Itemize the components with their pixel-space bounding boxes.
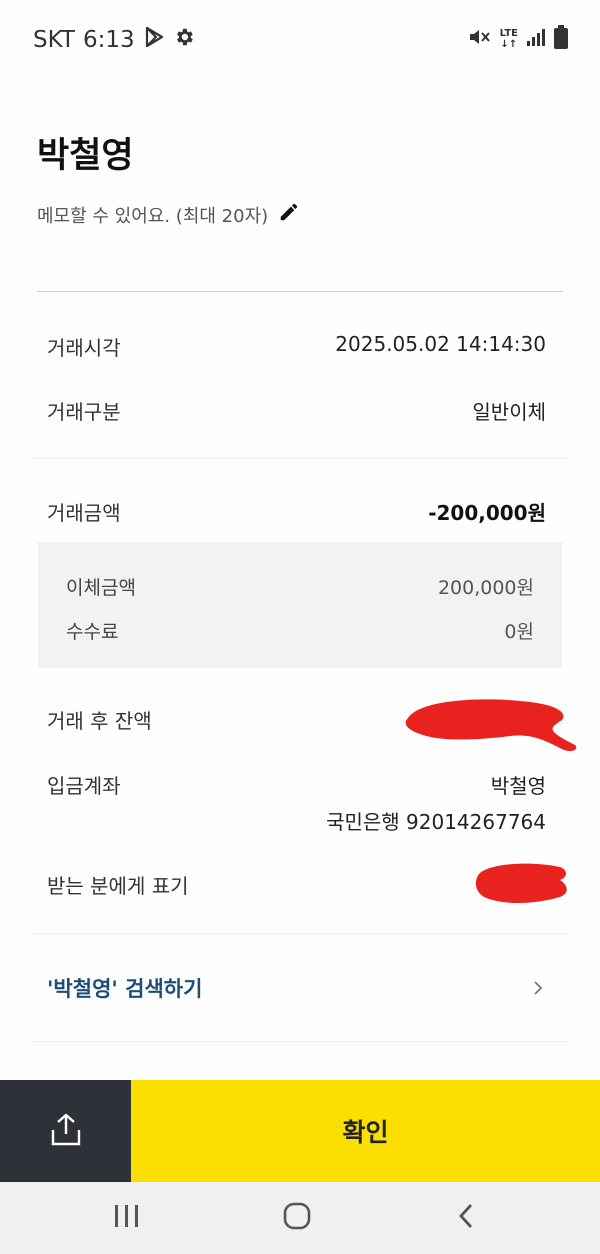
signal-icon	[526, 27, 546, 51]
search-recipient-link[interactable]: '박철영' 검색하기	[47, 973, 202, 1003]
type-label: 거래구분	[47, 400, 121, 424]
status-right: LTE ↓↑	[468, 24, 568, 54]
transfer-amount-label: 이체금액	[66, 577, 136, 599]
deposit-account-label: 입금계좌	[47, 774, 121, 798]
deposit-account-number: 국민은행 92014267764	[326, 810, 546, 834]
fee-value: 0원	[504, 621, 534, 643]
recipient-display-label: 받는 분에게 표기	[47, 874, 189, 898]
fee-breakdown-box: 이체금액 200,000원 수수료 0원	[38, 542, 562, 668]
play-store-icon	[143, 26, 165, 54]
amount-value: -200,000원	[428, 501, 546, 525]
balance-redaction	[405, 699, 577, 752]
back-icon	[456, 1202, 476, 1234]
back-button[interactable]	[416, 1182, 516, 1254]
chevron-right-icon	[532, 979, 544, 1001]
recent-apps-button[interactable]	[77, 1182, 177, 1254]
mute-icon	[468, 26, 492, 52]
section-divider	[30, 1041, 570, 1042]
pencil-icon[interactable]	[278, 201, 300, 228]
display-redaction	[475, 863, 567, 903]
battery-icon	[554, 25, 568, 53]
home-icon	[282, 1201, 312, 1235]
fee-label: 수수료	[66, 621, 119, 643]
home-button[interactable]	[247, 1182, 347, 1254]
status-left: SKT 6:13	[33, 24, 195, 56]
balance-label: 거래 후 잔액	[47, 709, 152, 733]
transfer-amount-value: 200,000원	[437, 577, 534, 599]
share-button[interactable]	[0, 1080, 131, 1182]
status-bar: SKT 6:13 LTE ↓↑	[0, 0, 600, 78]
section-divider	[30, 458, 570, 459]
memo-placeholder: 메모할 수 있어요. (최대 20자)	[37, 205, 269, 227]
system-nav-bar	[0, 1182, 600, 1254]
time-value: 2025.05.02 14:14:30	[335, 332, 546, 356]
confirm-button[interactable]: 확인	[131, 1080, 600, 1182]
section-divider	[30, 933, 570, 934]
gear-icon	[173, 26, 195, 54]
recipient-name-title: 박철영	[37, 136, 134, 176]
deposit-account-name: 박철영	[490, 774, 546, 798]
time-label: 거래시각	[47, 336, 121, 360]
type-value: 일반이체	[472, 400, 546, 424]
header-divider	[37, 291, 563, 292]
recent-apps-icon	[113, 1203, 141, 1233]
memo-field[interactable]: 메모할 수 있어요. (최대 20자)	[37, 201, 300, 228]
clock: 6:13	[82, 27, 135, 53]
carrier: SKT	[33, 27, 75, 53]
bottom-action-bar: 확인	[0, 1080, 600, 1182]
amount-label: 거래금액	[47, 501, 121, 525]
lte-data-icon: LTE ↓↑	[499, 28, 518, 50]
share-icon	[49, 1112, 83, 1151]
